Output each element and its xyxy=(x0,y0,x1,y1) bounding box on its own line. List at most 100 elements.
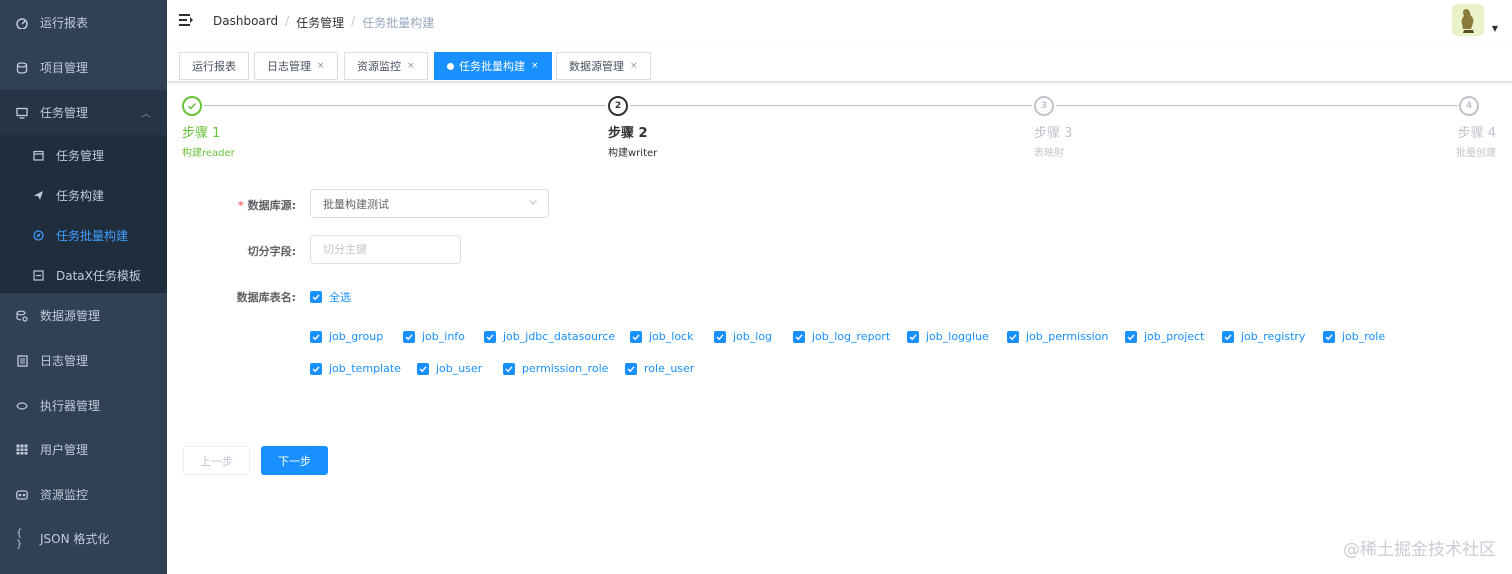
tag-batch-build[interactable]: 任务批量构建 × xyxy=(434,52,552,80)
table-checkbox[interactable]: job_role xyxy=(1323,330,1385,343)
tag-label: 数据源管理 xyxy=(569,60,624,73)
breadcrumb-dashboard[interactable]: Dashboard xyxy=(213,14,278,31)
tag-dashboard[interactable]: 运行报表 xyxy=(179,52,249,80)
sidebar-item-resources[interactable]: 资源监控 xyxy=(0,472,167,517)
table-checkbox[interactable]: job_logglue xyxy=(907,330,989,343)
sidebar-item-projects[interactable]: 项目管理 xyxy=(0,45,167,90)
table-checkbox-label: job_role xyxy=(1342,330,1386,343)
table-checkbox[interactable]: job_user xyxy=(417,362,482,375)
prev-step-button[interactable]: 上一步 xyxy=(183,446,250,475)
step-title: 步骤 4 xyxy=(1457,126,1496,141)
step-description: 构建reader xyxy=(182,148,235,159)
sidebar-subitem-datax-template[interactable]: DataX任务模板 xyxy=(0,255,167,295)
close-icon[interactable]: × xyxy=(630,61,638,71)
split-field-input[interactable] xyxy=(310,235,461,264)
checkbox-checked-icon xyxy=(403,330,415,343)
table-checkbox[interactable]: job_template xyxy=(310,362,401,375)
datasource-select[interactable]: 批量构建测试 xyxy=(310,189,549,218)
document-icon xyxy=(16,354,28,367)
sidebar-item-label: 执行器管理 xyxy=(40,399,101,413)
table-checkbox-label: job_lock xyxy=(649,330,694,343)
breadcrumb: Dashboard / 任务管理 / 任务批量构建 xyxy=(213,14,434,31)
tags-view: 运行报表 日志管理 × 资源监控 × 任务批量构建 × 数据源管理 × xyxy=(167,42,1512,82)
checkbox-checked-icon xyxy=(907,330,919,343)
checkbox-checked-icon xyxy=(310,330,322,343)
sidebar-item-label: 资源监控 xyxy=(40,488,89,502)
sidebar-item-json[interactable]: { } JSON 格式化 xyxy=(0,516,167,561)
checkbox-checked-icon xyxy=(310,291,322,303)
tag-resources[interactable]: 资源监控 × xyxy=(344,52,428,80)
checkbox-checked-icon xyxy=(1222,330,1234,343)
sidebar-subitem-batch-build[interactable]: 任务批量构建 xyxy=(0,215,167,255)
step-connector xyxy=(204,105,606,106)
step-1-check-icon xyxy=(182,96,202,116)
tag-label: 运行报表 xyxy=(192,60,236,73)
checkbox-checked-icon xyxy=(484,330,496,343)
watermark: @稀土掘金技术社区 xyxy=(1343,540,1496,560)
close-icon[interactable]: × xyxy=(317,61,325,71)
sidebar-item-users[interactable]: 用户管理 xyxy=(0,427,167,472)
active-dot-icon xyxy=(447,62,454,70)
table-checkbox-label: job_user xyxy=(436,362,483,375)
breadcrumb-current: 任务批量构建 xyxy=(362,16,435,30)
tasks-submenu: 任务管理 任务构建 任务批量构建 DataX任务模板 xyxy=(0,135,167,293)
datasource-icon xyxy=(16,310,28,322)
close-icon[interactable]: × xyxy=(407,61,415,71)
avatar[interactable] xyxy=(1452,4,1484,36)
tag-logs[interactable]: 日志管理 × xyxy=(254,52,338,80)
navbar: Dashboard / 任务管理 / 任务批量构建 ▼ xyxy=(167,0,1512,42)
next-step-button[interactable]: 下一步 xyxy=(261,446,328,475)
select-all-checkbox[interactable]: 全选 xyxy=(310,289,351,305)
sidebar-item-label: JSON 格式化 xyxy=(40,532,110,546)
sidebar-item-datasource[interactable]: 数据源管理 xyxy=(0,293,167,338)
steps: 步骤 1 构建reader 2 步骤 2 构建writer 3 步骤 3 表映射… xyxy=(182,96,1498,166)
step-connector xyxy=(1056,105,1458,106)
paper-plane-icon xyxy=(32,189,44,201)
table-checkbox[interactable]: job_log_report xyxy=(793,330,890,343)
table-checkbox[interactable]: job_jdbc_datasource xyxy=(484,330,615,343)
table-checkbox[interactable]: job_project xyxy=(1125,330,1204,343)
chevron-up-icon: ︿ xyxy=(141,109,151,120)
table-checkbox[interactable]: job_info xyxy=(403,330,465,343)
monitor-icon xyxy=(16,107,28,119)
checkbox-checked-icon xyxy=(1323,330,1335,343)
step-description: 批量创建 xyxy=(1456,148,1496,159)
tag-label: 资源监控 xyxy=(357,60,401,73)
checkbox-checked-icon xyxy=(1125,330,1137,343)
step-description: 表映射 xyxy=(1034,148,1064,159)
sidebar-subitem-task-build[interactable]: 任务构建 xyxy=(0,175,167,215)
table-checkbox[interactable]: permission_role xyxy=(503,362,608,375)
checkbox-checked-icon xyxy=(714,330,726,343)
sidebar-item-logs[interactable]: 日志管理 xyxy=(0,338,167,383)
table-checkbox[interactable]: job_group xyxy=(310,330,383,343)
tables-label: 数据库表名: xyxy=(236,291,296,304)
sidebar-item-tasks[interactable]: 任务管理 ︿ xyxy=(0,90,167,135)
step-4-number: 4 xyxy=(1459,96,1479,116)
breadcrumb-separator: / xyxy=(285,14,290,28)
sidebar-subitem-label: 任务批量构建 xyxy=(56,228,129,243)
close-icon[interactable]: × xyxy=(531,61,539,71)
breadcrumb-tasks[interactable]: 任务管理 xyxy=(296,14,344,31)
table-checkbox[interactable]: job_permission xyxy=(1007,330,1108,343)
chevron-down-icon xyxy=(528,197,538,207)
calendar-icon xyxy=(32,149,44,161)
split-field-label: 切分字段: xyxy=(247,245,296,258)
caret-down-icon[interactable]: ▼ xyxy=(1492,24,1498,33)
sidebar-subitem-task-manage[interactable]: 任务管理 xyxy=(0,135,167,175)
table-checkbox-label: permission_role xyxy=(522,362,609,375)
table-checkbox-label: job_info xyxy=(422,330,465,343)
checkbox-checked-icon xyxy=(503,362,515,375)
sidebar-item-dashboard[interactable]: 运行报表 xyxy=(0,0,167,45)
tag-datasource[interactable]: 数据源管理 × xyxy=(556,52,651,80)
sidebar-item-label: 日志管理 xyxy=(40,354,89,368)
table-checkbox[interactable]: job_registry xyxy=(1222,330,1305,343)
table-checkbox-label: role_user xyxy=(644,362,695,375)
table-checkbox[interactable]: job_lock xyxy=(630,330,693,343)
table-checkbox[interactable]: role_user xyxy=(625,362,694,375)
breadcrumb-separator: / xyxy=(351,14,356,28)
step-description: 构建writer xyxy=(608,148,658,159)
sidebar-item-executors[interactable]: 执行器管理 xyxy=(0,383,167,428)
hamburger-icon[interactable] xyxy=(179,13,193,27)
table-checkbox[interactable]: job_log xyxy=(714,330,772,343)
database-icon xyxy=(16,61,28,74)
